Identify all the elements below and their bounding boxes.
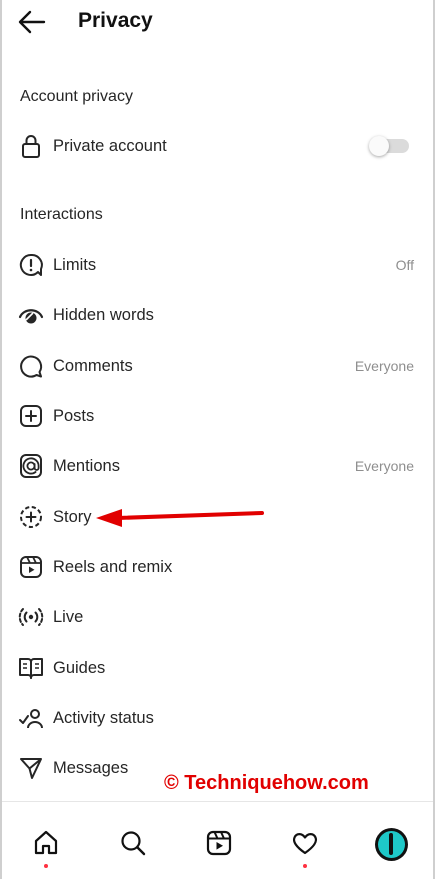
guides-icon bbox=[19, 658, 43, 679]
header: Privacy bbox=[2, 0, 433, 44]
home-icon[interactable] bbox=[31, 828, 61, 858]
hidden-words-row[interactable]: Hidden words bbox=[2, 290, 433, 340]
private-account-label: Private account bbox=[53, 136, 167, 155]
hidden-words-icon bbox=[18, 309, 44, 324]
section-heading-interactions: Interactions bbox=[20, 206, 103, 223]
comments-value: Everyone bbox=[354, 358, 414, 374]
comments-row[interactable]: Comments Everyone bbox=[2, 341, 433, 391]
mentions-row[interactable]: Mentions Everyone bbox=[2, 441, 433, 491]
lock-icon bbox=[22, 135, 40, 158]
activity-notification-dot bbox=[303, 864, 307, 868]
arrow-left-icon[interactable] bbox=[16, 8, 48, 36]
avatar-mark bbox=[389, 833, 393, 855]
mentions-value: Everyone bbox=[354, 458, 414, 474]
home-notification-dot bbox=[44, 864, 48, 868]
messages-icon bbox=[20, 758, 42, 779]
heart-icon[interactable] bbox=[290, 828, 320, 858]
toggle-knob bbox=[369, 136, 389, 156]
page-title: Privacy bbox=[78, 9, 153, 32]
messages-label: Messages bbox=[53, 758, 129, 777]
comments-label: Comments bbox=[53, 356, 133, 375]
comment-icon bbox=[20, 355, 43, 378]
activity-status-label: Activity status bbox=[53, 708, 154, 727]
section-heading-account-privacy: Account privacy bbox=[20, 88, 133, 105]
guides-label: Guides bbox=[53, 658, 106, 677]
activity-status-row[interactable]: Activity status bbox=[2, 693, 433, 743]
profile-avatar[interactable] bbox=[375, 828, 408, 861]
at-sign-icon bbox=[20, 454, 42, 478]
private-account-row[interactable]: Private account bbox=[2, 121, 433, 171]
limits-label: Limits bbox=[53, 255, 97, 274]
posts-row[interactable]: Posts bbox=[2, 391, 433, 441]
reels-icon bbox=[20, 556, 42, 578]
limits-value: Off bbox=[395, 257, 414, 273]
reels-icon[interactable] bbox=[204, 828, 234, 858]
private-account-toggle[interactable] bbox=[369, 136, 409, 156]
reels-and-remix-label: Reels and remix bbox=[53, 557, 173, 576]
search-icon[interactable] bbox=[118, 828, 148, 858]
annotation-arrow bbox=[96, 509, 264, 527]
posts-label: Posts bbox=[53, 406, 95, 425]
live-icon bbox=[18, 608, 44, 626]
bottom-nav bbox=[2, 802, 433, 879]
hidden-words-label: Hidden words bbox=[53, 305, 154, 324]
live-label: Live bbox=[53, 607, 84, 626]
story-label: Story bbox=[53, 507, 92, 526]
live-row[interactable]: Live bbox=[2, 592, 433, 642]
reels-and-remix-row[interactable]: Reels and remix bbox=[2, 542, 433, 592]
story-plus-icon bbox=[20, 506, 42, 528]
mentions-label: Mentions bbox=[53, 456, 120, 475]
guides-row[interactable]: Guides bbox=[2, 643, 433, 693]
plus-square-icon bbox=[20, 405, 42, 427]
watermark-text: © Techniquehow.com bbox=[164, 772, 369, 794]
app-frame: Privacy Account privacy Private account … bbox=[0, 0, 435, 879]
limits-icon bbox=[19, 253, 43, 276]
limits-row[interactable]: Limits Off bbox=[2, 240, 433, 290]
activity-status-icon bbox=[19, 709, 43, 729]
